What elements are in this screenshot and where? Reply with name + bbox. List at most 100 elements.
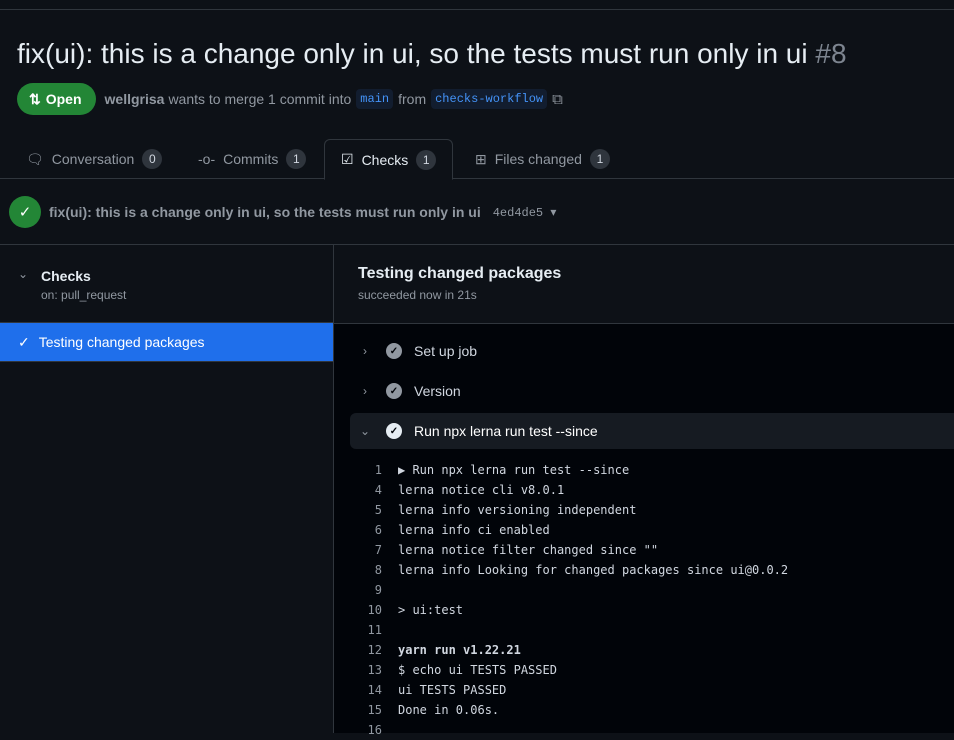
merge-text: wants to merge 1 commit into: [168, 91, 352, 107]
line-number[interactable]: 4: [334, 483, 398, 497]
log-line: 11: [334, 620, 954, 640]
commit-message: fix(ui): this is a change only in ui, so…: [49, 204, 481, 220]
step-label: Set up job: [414, 343, 478, 359]
workflow-name: Checks: [41, 268, 91, 284]
step-label: Run npx lerna run test --since: [414, 423, 598, 439]
pr-tabs: 🗨 Conversation 0 -o- Commits 1 ☑ Checks 1 ⊞ Fil…: [0, 139, 954, 180]
check-circle-icon: ✓: [386, 383, 402, 399]
line-number[interactable]: 7: [334, 543, 398, 557]
check-circle-icon: ✓: [9, 196, 41, 228]
line-text: $ echo ui TESTS PASSED: [398, 663, 557, 677]
job-log-pane: Testing changed packages succeeded now i…: [334, 245, 954, 737]
tab-count: 1: [416, 149, 437, 170]
divider: [0, 361, 333, 362]
line-text: ui TESTS PASSED: [398, 683, 507, 697]
checklist-icon: ☑: [341, 151, 354, 167]
job-title: Testing changed packages: [358, 265, 562, 282]
step-set-up-job[interactable]: › ✓ Set up job: [350, 333, 954, 369]
chevron-down-icon: ⌄: [359, 424, 371, 438]
log-line: 5 lerna info versioning independent: [334, 500, 954, 520]
line-number[interactable]: 14: [334, 683, 398, 697]
tab-count: 1: [589, 149, 610, 169]
log-line: 1 ▶ Run npx lerna run test --since: [334, 460, 954, 480]
page-title: fix(ui): this is a change only in ui, so…: [17, 38, 847, 70]
head-branch[interactable]: checks-workflow: [431, 89, 548, 109]
line-text: yarn run v1.22.21: [398, 643, 521, 657]
log-line: 4 lerna notice cli v8.0.1: [334, 480, 954, 500]
workflow-item[interactable]: ⌄ Checks on: pull_request: [0, 245, 333, 323]
chevron-right-icon: ›: [363, 344, 367, 358]
status-label: Open: [45, 91, 82, 107]
line-text: lerna info versioning independent: [398, 503, 637, 517]
comment-icon: 🗨: [26, 150, 44, 167]
line-text: lerna info ci enabled: [398, 523, 550, 537]
chevron-right-icon: ›: [363, 384, 367, 398]
log-line: 13 $ echo ui TESTS PASSED: [334, 660, 954, 680]
commit-selector[interactable]: 4ed4de5 ▾: [493, 205, 557, 220]
log-line: 7 lerna notice filter changed since "": [334, 540, 954, 560]
line-number[interactable]: 15: [334, 703, 398, 717]
job-item-testing-changed-packages[interactable]: ✓ Testing changed packages: [0, 323, 333, 361]
pr-number: #8: [815, 38, 847, 69]
chevron-down-icon[interactable]: ⌄: [18, 267, 28, 281]
checks-sidebar: ⌄ Checks on: pull_request ✓ Testing chang…: [0, 245, 334, 733]
job-status: succeeded now in 21s: [358, 288, 477, 302]
commit-icon: -o-: [198, 151, 216, 167]
line-number[interactable]: 12: [334, 643, 398, 657]
log-line: 12 yarn run v1.22.21: [334, 640, 954, 660]
workflow-trigger: on: pull_request: [41, 288, 127, 302]
status-badge: ⇅ Open: [17, 83, 96, 115]
line-number[interactable]: 5: [334, 503, 398, 517]
log-line: 9: [334, 580, 954, 600]
job-header: Testing changed packages succeeded now i…: [334, 245, 954, 324]
log-line: 16: [334, 720, 954, 740]
check-circle-icon: ✓: [386, 423, 402, 439]
step-label: Version: [414, 383, 461, 399]
copy-icon[interactable]: ⧉: [552, 91, 563, 108]
line-number[interactable]: 13: [334, 663, 398, 677]
header-divider: [0, 9, 954, 10]
tab-conversation[interactable]: 🗨 Conversation 0: [26, 139, 163, 179]
commit-bar: ✓ fix(ui): this is a change only in ui, …: [0, 180, 954, 245]
commit-sha: 4ed4de5: [492, 205, 544, 220]
line-number[interactable]: 11: [334, 623, 398, 637]
step-log: 1 ▶ Run npx lerna run test --since 4 lerna …: [334, 460, 954, 740]
tab-label: Conversation: [51, 151, 135, 167]
step-version[interactable]: › ✓ Version: [350, 373, 954, 409]
log-line: 14 ui TESTS PASSED: [334, 680, 954, 700]
check-icon: ✓: [18, 333, 30, 350]
tab-count: 1: [286, 149, 307, 169]
line-text: lerna notice filter changed since "": [398, 543, 659, 557]
line-text: ▶ Run npx lerna run test --since: [398, 463, 630, 477]
line-text: lerna info Looking for changed packages …: [398, 563, 789, 577]
job-label: Testing changed packages: [38, 334, 205, 350]
author-link[interactable]: wellgrisa: [105, 91, 165, 107]
log-line: 6 lerna info ci enabled: [334, 520, 954, 540]
tab-label: Checks: [361, 151, 409, 168]
tab-label: Commits: [223, 151, 279, 167]
line-number[interactable]: 6: [334, 523, 398, 537]
log-line: 8 lerna info Looking for changed packages…: [334, 560, 954, 580]
git-pull-request-icon: ⇅: [29, 90, 41, 107]
file-diff-icon: ⊞: [475, 150, 487, 167]
log-line: 10 > ui:test: [334, 600, 954, 620]
pr-meta: ⇅ Open wellgrisa wants to merge 1 commit …: [17, 83, 563, 115]
base-branch[interactable]: main: [356, 89, 394, 109]
caret-down-icon: ▾: [550, 205, 557, 220]
line-number[interactable]: 9: [334, 583, 398, 597]
tab-count: 0: [142, 149, 163, 169]
step-run-lerna[interactable]: ⌄ ✓ Run npx lerna run test --since: [350, 413, 954, 449]
tab-checks[interactable]: ☑ Checks 1: [324, 139, 454, 180]
line-number[interactable]: 10: [334, 603, 398, 617]
line-text: lerna notice cli v8.0.1: [398, 483, 565, 497]
line-number[interactable]: 16: [334, 723, 398, 737]
tab-commits[interactable]: -o- Commits 1: [198, 139, 307, 179]
tab-files-changed[interactable]: ⊞ Files changed 1: [475, 139, 610, 179]
pr-title: fix(ui): this is a change only in ui, so…: [17, 38, 808, 69]
line-number[interactable]: 1: [334, 463, 398, 477]
line-text: Done in 0.06s.: [398, 703, 500, 717]
line-number[interactable]: 8: [334, 563, 398, 577]
line-text: > ui:test: [398, 603, 464, 617]
tab-label: Files changed: [494, 151, 582, 167]
check-circle-icon: ✓: [386, 343, 402, 359]
